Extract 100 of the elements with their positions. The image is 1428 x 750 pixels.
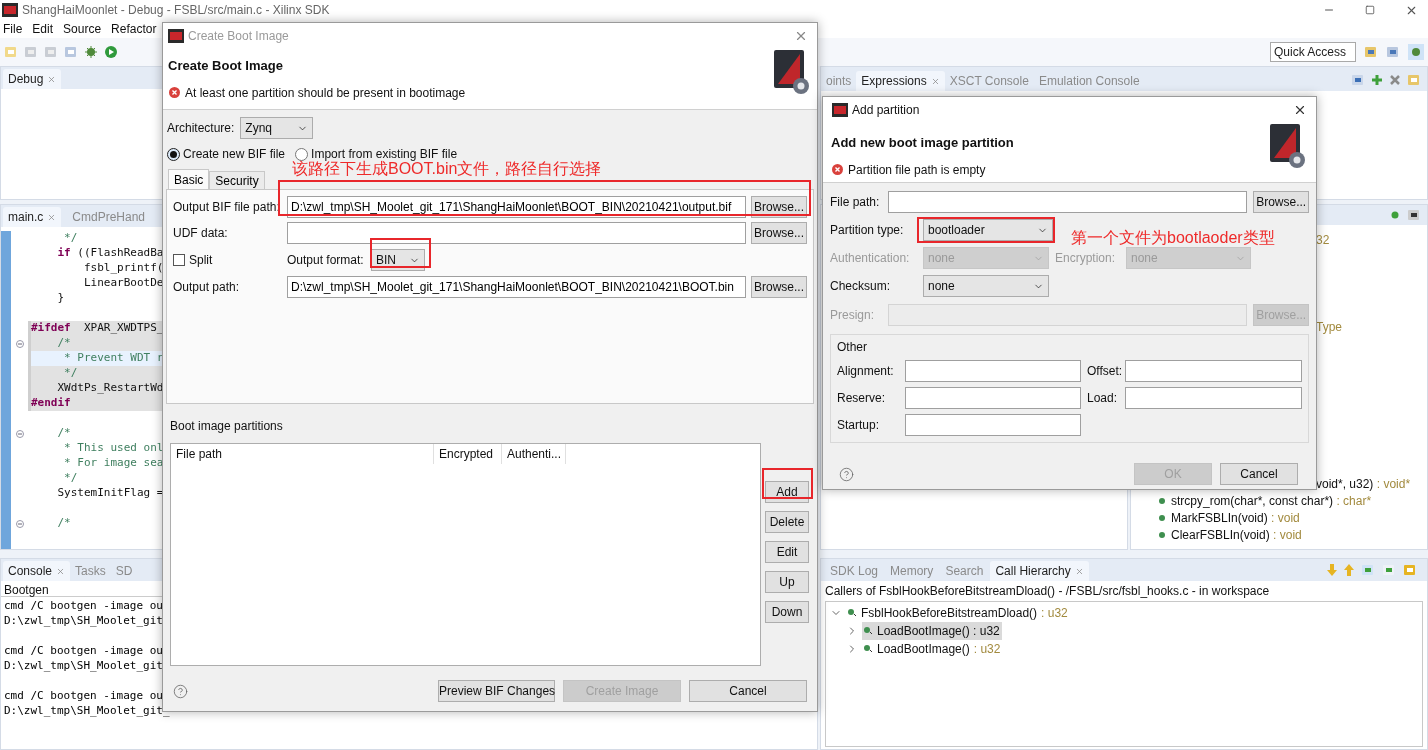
checkbox[interactable]: Split xyxy=(173,251,283,269)
code-line: */ xyxy=(63,365,78,382)
dialog-button[interactable]: Preview BIF Changes xyxy=(438,680,555,702)
dialog-tab[interactable]: Basic xyxy=(168,169,210,189)
outline-item[interactable]: Type xyxy=(1316,317,1342,336)
tree-item[interactable]: FsblHookBeforeBitstreamDload() : u32 xyxy=(846,604,1070,622)
hierarchy-header: Callers of FsblHookBeforeBitstreamDload() - /FSBL/src/fsbl_hooks.c - in workspace xyxy=(824,583,1271,600)
table-action-button[interactable]: Edit xyxy=(765,541,809,563)
dialog-tab[interactable]: Security xyxy=(209,171,265,189)
menu-item[interactable]: Source xyxy=(63,20,102,38)
table-action-button[interactable]: Add xyxy=(765,481,809,503)
annotation-text: 该路径下生成BOOT.bin文件，路径自行选择 xyxy=(292,160,602,179)
run-icon[interactable] xyxy=(104,45,118,59)
code-line: #endif xyxy=(31,395,71,412)
input-field[interactable] xyxy=(287,222,746,244)
input-field[interactable] xyxy=(905,387,1081,409)
partition-type-dropdown[interactable]: bootloader xyxy=(923,219,1053,241)
input-field[interactable]: D:\zwl_tmp\SH_Moolet_git_171\ShangHaiMoonlet\BOOT_BIN\20210421\BOOT.bin xyxy=(287,276,746,298)
browse-button[interactable]: Browse... xyxy=(751,196,807,218)
add-icon[interactable] xyxy=(1371,74,1383,86)
column-header[interactable]: Authenti... xyxy=(502,444,566,464)
field-label: Alignment: xyxy=(837,363,895,380)
console-line: cmd /C bootgen -image ou xyxy=(4,688,163,703)
view-tab[interactable]: Debug xyxy=(3,69,62,89)
field-label: Output format: xyxy=(287,252,365,269)
code-line: if ((FlashReadBa xyxy=(56,245,164,262)
help-icon[interactable] xyxy=(839,466,854,482)
input-field[interactable] xyxy=(905,414,1081,436)
bug-icon[interactable] xyxy=(84,45,98,59)
menu-item[interactable]: Edit xyxy=(32,20,54,38)
column-header[interactable]: Encrypted xyxy=(434,444,502,464)
outline-item[interactable]: MarkFSBLIn(void) : void xyxy=(1171,508,1300,527)
menu-item[interactable]: File xyxy=(3,20,23,38)
code-line: /* xyxy=(56,335,71,352)
error-message: At least one partition should be present in bootimage xyxy=(185,84,466,102)
error-message: Partition file path is empty xyxy=(848,161,986,179)
remove-icon[interactable] xyxy=(1389,74,1401,86)
input-field[interactable] xyxy=(887,191,1248,213)
dialog-button[interactable]: Cancel xyxy=(1220,463,1298,485)
dialog-heading: Add new boot image partition xyxy=(831,134,1014,152)
code-line: * For image sea xyxy=(63,455,164,472)
radio-button[interactable]: Create new BIF file xyxy=(167,145,286,163)
view-tab[interactable]: Expressions xyxy=(856,71,945,91)
console-line: D:\zwl_tmp\SH_Moolet_git_ xyxy=(4,703,170,718)
help-icon[interactable] xyxy=(173,683,188,699)
browse-button[interactable]: Browse... xyxy=(1253,191,1309,213)
group-title: Other xyxy=(837,339,868,356)
outline-item[interactable]: strcpy_rom(char*, const char*) : char* xyxy=(1171,491,1372,510)
outline-item[interactable]: ClearFSBLIn(void) : void xyxy=(1171,525,1302,544)
code-line: #ifdef XPAR_XWDTPS_ xyxy=(31,320,164,337)
up-arrow-icon[interactable] xyxy=(1344,564,1354,576)
field-label: Offset: xyxy=(1086,363,1124,380)
field-label: Encryption: xyxy=(1055,250,1117,267)
view-tab[interactable]: main.c xyxy=(3,207,62,227)
field-label: Startup: xyxy=(837,417,881,434)
input-field[interactable]: D:\zwl_tmp\SH_Moolet_git_171\ShangHaiMoonlet\BOOT_BIN\20210421\output.bif xyxy=(287,196,746,218)
outline-item[interactable]: void*, u32) : void* xyxy=(1316,474,1411,493)
code-line: /* xyxy=(56,425,71,442)
highlight-frame xyxy=(762,468,813,499)
tree-item[interactable]: LoadBootImage() : u32 xyxy=(862,622,1002,640)
down-arrow-icon[interactable] xyxy=(1327,564,1337,576)
architecture-dropdown[interactable]: Zynq xyxy=(240,117,314,139)
checksum-dropdown[interactable]: none xyxy=(923,275,1049,297)
table-action-button[interactable]: Down xyxy=(765,601,809,623)
section-label: Boot image partitions xyxy=(170,419,283,433)
dialog-title: Add partition xyxy=(852,102,920,119)
field-label: Load: xyxy=(1086,390,1119,407)
code-line: LinearBootDe xyxy=(82,275,164,292)
input-field[interactable] xyxy=(1125,387,1302,409)
table-action-button[interactable]: Delete xyxy=(765,511,809,533)
field-label: UDF data: xyxy=(173,225,229,242)
console-line: D:\zwl_tmp\SH_Moolet_git xyxy=(4,658,163,673)
table-action-button[interactable]: Up xyxy=(765,571,809,593)
view-tab[interactable]: Console xyxy=(3,561,71,581)
input-field[interactable] xyxy=(905,360,1081,382)
error-icon xyxy=(169,87,180,98)
highlight-frame xyxy=(370,238,431,268)
annotation-text: 第一个文件为bootlaoder类型 xyxy=(1071,228,1275,248)
maximize-icon[interactable] xyxy=(1365,5,1375,15)
dialog-button[interactable]: Cancel xyxy=(689,680,807,702)
column-header[interactable]: File path xyxy=(171,444,434,464)
close-icon[interactable] xyxy=(1293,103,1307,117)
boot-image-icon xyxy=(1268,124,1308,170)
input-field[interactable] xyxy=(1125,360,1302,382)
view-tab[interactable]: Call Hierarchy xyxy=(990,561,1089,581)
method-icon xyxy=(864,645,873,653)
browse-button[interactable]: Browse... xyxy=(751,222,807,244)
fold-icon[interactable] xyxy=(15,339,24,348)
fold-icon[interactable] xyxy=(15,429,24,438)
dot-icon[interactable] xyxy=(1391,211,1399,219)
menu-item[interactable]: Refactor xyxy=(111,20,157,38)
quick-access-field[interactable]: Quick Access xyxy=(1270,42,1356,62)
field-label: Output path: xyxy=(173,279,241,296)
method-icon xyxy=(1159,531,1165,538)
code-line: * This used onl xyxy=(63,440,164,457)
browse-button[interactable]: Browse... xyxy=(751,276,807,298)
dialog-title: Create Boot Image xyxy=(188,27,289,45)
method-icon xyxy=(1159,514,1165,521)
tree-item[interactable]: LoadBootImage() : u32 xyxy=(862,640,1003,658)
fold-icon[interactable] xyxy=(15,519,24,528)
